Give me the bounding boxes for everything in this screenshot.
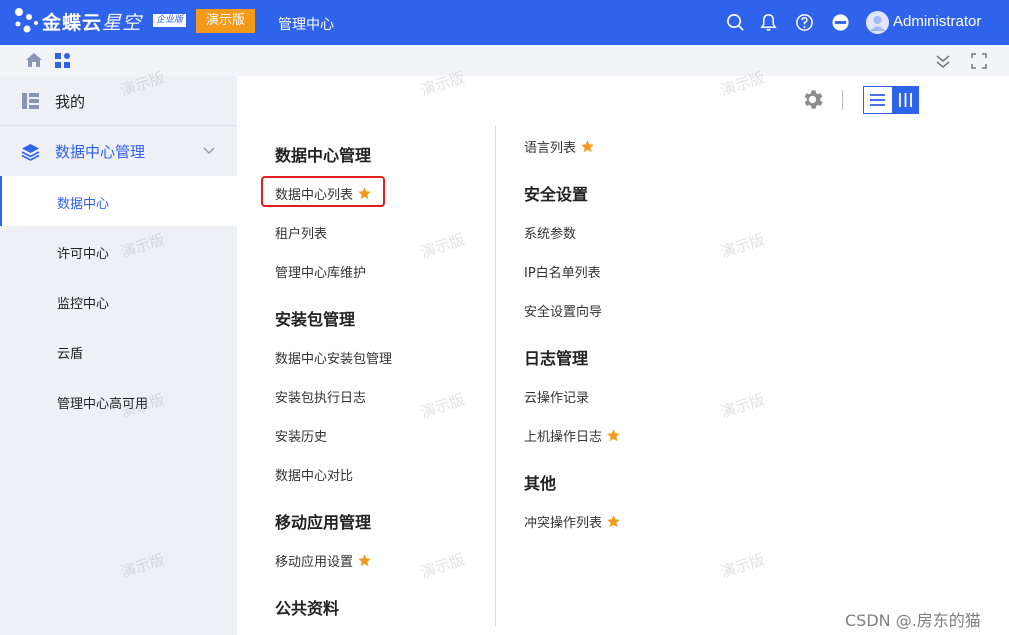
list-icon: [870, 94, 885, 106]
layers-icon: [21, 144, 40, 161]
sidebar-section-label: 数据中心管理: [55, 143, 146, 161]
sidebar-item-label: 管理中心高可用: [57, 397, 149, 412]
top-bar: 金蝶云星空 企业版 演示版 管理中心 Administrator: [0, 0, 1009, 45]
edition-badge: 企业版: [153, 14, 187, 27]
sidebar-item-label: 监控中心: [57, 297, 110, 312]
more-icon[interactable]: [831, 13, 850, 32]
brand-name: 金蝶云星空: [42, 12, 143, 34]
link-language-list[interactable]: 语言列表: [524, 137, 595, 156]
link-security-wizard[interactable]: 安全设置向导: [524, 301, 602, 320]
link-label: 冲突操作列表: [524, 516, 603, 531]
link-system-params[interactable]: 系统参数: [524, 223, 576, 242]
dashboard-icon: [22, 93, 39, 109]
column-view-button[interactable]: [892, 87, 919, 113]
sidebar-item-license[interactable]: 许可中心: [0, 226, 237, 276]
link-conflict-operation-list[interactable]: 冲突操作列表: [524, 512, 621, 531]
watermark: 演示版: [718, 390, 767, 422]
sidebar-item-cloud-shield[interactable]: 云盾: [0, 326, 237, 376]
star-icon[interactable]: [580, 139, 595, 154]
sidebar-section-datacenter[interactable]: 数据中心管理: [0, 126, 237, 176]
fullscreen-icon[interactable]: [971, 53, 987, 69]
active-indicator: [0, 176, 2, 226]
link-label: 上机操作日志: [524, 430, 603, 445]
star-icon[interactable]: [606, 514, 621, 529]
columns-icon: [899, 93, 912, 107]
home-icon[interactable]: [25, 52, 43, 68]
column-divider: [495, 126, 496, 626]
demo-badge: 演示版: [196, 9, 255, 33]
sidebar-item-monitor[interactable]: 监控中心: [0, 276, 237, 326]
link-mgmt-db-maintenance[interactable]: 管理中心库维护: [275, 262, 366, 281]
sidebar-item-label: 我的: [55, 93, 86, 111]
group-title-package-mgmt: 安装包管理: [275, 310, 356, 329]
help-icon[interactable]: [795, 13, 814, 32]
link-datacenter-compare[interactable]: 数据中心对比: [275, 465, 353, 484]
sidebar-item-mine[interactable]: 我的: [0, 76, 237, 126]
link-tenant-list[interactable]: 租户列表: [275, 223, 327, 242]
tab-bar: [0, 45, 1009, 76]
link-ip-whitelist[interactable]: IP白名单列表: [524, 262, 601, 281]
link-machine-operation-log[interactable]: 上机操作日志: [524, 426, 621, 445]
group-title-log-mgmt: 日志管理: [524, 349, 589, 368]
view-toggle: [863, 86, 919, 114]
watermark: 演示版: [718, 550, 767, 582]
apps-icon[interactable]: [54, 52, 71, 69]
group-title-other: 其他: [524, 474, 557, 493]
settings-gear-icon[interactable]: [800, 87, 825, 112]
watermark: 演示版: [418, 550, 467, 582]
link-package-mgmt[interactable]: 数据中心安装包管理: [275, 348, 392, 367]
sidebar-item-label: 许可中心: [57, 247, 110, 262]
sidebar-item-high-availability[interactable]: 管理中心高可用: [0, 376, 237, 426]
link-mobile-settings[interactable]: 移动应用设置: [275, 551, 372, 570]
search-icon[interactable]: [726, 13, 745, 32]
highlight-box: [261, 176, 385, 207]
watermark: 演示版: [418, 230, 467, 262]
group-title-public-data: 公共资料: [275, 599, 340, 618]
link-label: 移动应用设置: [275, 555, 354, 570]
star-icon[interactable]: [357, 553, 372, 568]
link-cloud-operation-log[interactable]: 云操作记录: [524, 387, 589, 406]
sidebar-item-label: 云盾: [57, 347, 84, 362]
group-title-mobile-mgmt: 移动应用管理: [275, 513, 372, 532]
chevron-down-icon[interactable]: [203, 147, 215, 155]
chevron-double-down-icon[interactable]: [935, 53, 951, 69]
bell-icon[interactable]: [759, 13, 778, 32]
link-install-history[interactable]: 安装历史: [275, 426, 327, 445]
link-label: 语言列表: [524, 141, 577, 156]
group-title-security: 安全设置: [524, 185, 589, 204]
app-title[interactable]: 管理中心: [278, 14, 334, 34]
avatar[interactable]: [866, 11, 889, 34]
sidebar: 我的 数据中心管理 数据中心 许可中心 监控中心 云盾 管理中心高可用: [0, 76, 237, 635]
divider: [842, 90, 843, 110]
sidebar-item-datacenter[interactable]: 数据中心: [0, 176, 237, 226]
user-name[interactable]: Administrator: [893, 13, 981, 30]
kingdee-logo-icon: [15, 8, 38, 33]
sidebar-item-label: 数据中心: [57, 197, 110, 212]
watermark: 演示版: [418, 390, 467, 422]
source-credit: CSDN @.房东的猫: [845, 611, 981, 630]
link-package-log[interactable]: 安装包执行日志: [275, 387, 366, 406]
user-icon: [870, 16, 885, 31]
group-title-datacenter-mgmt: 数据中心管理: [275, 146, 372, 165]
star-icon[interactable]: [606, 428, 621, 443]
watermark: 演示版: [718, 230, 767, 262]
list-view-button[interactable]: [864, 87, 891, 113]
